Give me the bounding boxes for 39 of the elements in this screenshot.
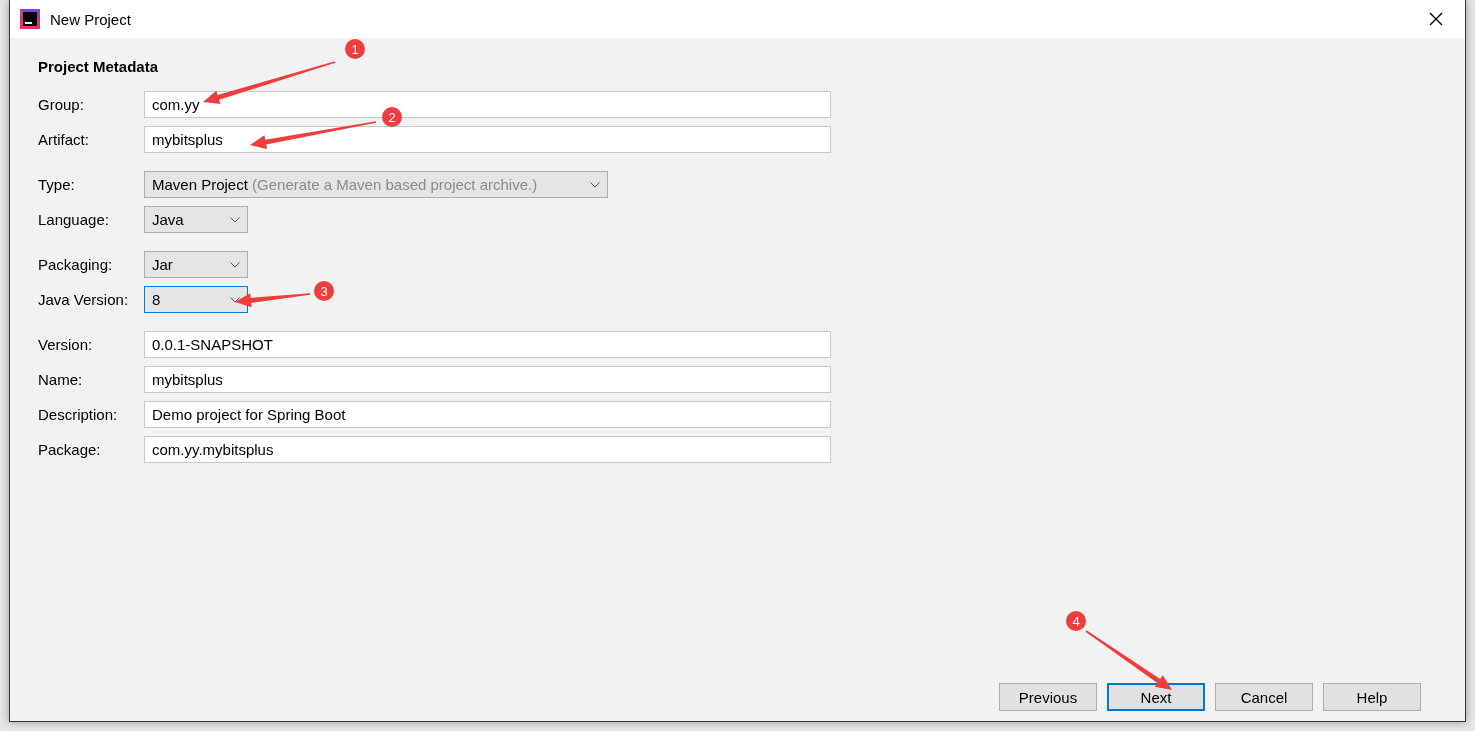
field-label: Name: (38, 371, 84, 388)
step-badge: 1 (345, 39, 365, 59)
dropdown-value: Java (152, 211, 184, 228)
field-label: Group: (38, 96, 85, 113)
dialog-button[interactable]: Help (1323, 683, 1421, 711)
input-field[interactable]: Demo project for Spring Boot (144, 401, 831, 428)
field-label: Packaging: (38, 256, 114, 273)
field-label: Language: (38, 211, 110, 228)
dropdown-value: Jar (152, 256, 173, 273)
field-label: Type: (38, 176, 76, 193)
step-badge: 4 (1066, 611, 1086, 631)
dropdown[interactable]: 8 (144, 286, 248, 313)
dialog-button[interactable]: Next (1107, 683, 1205, 711)
window-title: New Project (50, 10, 132, 28)
field-label: Version: (38, 336, 94, 353)
field-label: Artifact: (38, 131, 90, 148)
field-label: Package: (38, 441, 102, 458)
dropdown[interactable]: Jar (144, 251, 248, 278)
input-field[interactable]: mybitsplus (144, 366, 831, 393)
chevron-down-icon (230, 216, 240, 223)
step-badge: 3 (314, 281, 334, 301)
dropdown[interactable]: Java (144, 206, 248, 233)
chevron-down-icon (590, 181, 600, 188)
app-icon (20, 9, 40, 29)
close-icon[interactable] (1429, 12, 1443, 26)
dropdown[interactable]: Maven Project (Generate a Maven based project archive.) (144, 171, 608, 198)
input-field[interactable]: mybitsplus (144, 126, 831, 153)
section-heading: Project Metadata (38, 58, 160, 75)
dropdown-value: 8 (152, 291, 161, 308)
input-field[interactable]: 0.0.1-SNAPSHOT (144, 331, 831, 358)
step-badge: 2 (382, 107, 402, 127)
chevron-down-icon (230, 261, 240, 268)
dropdown-value: Maven Project (152, 176, 248, 193)
dropdown-hint: (Generate a Maven based project archive.) (252, 176, 538, 193)
field-label: Description: (38, 406, 119, 423)
dialog-button[interactable]: Previous (999, 683, 1097, 711)
dialog-button[interactable]: Cancel (1215, 683, 1313, 711)
input-field[interactable]: com.yy.mybitsplus (144, 436, 831, 463)
field-label: Java Version: (38, 291, 130, 308)
